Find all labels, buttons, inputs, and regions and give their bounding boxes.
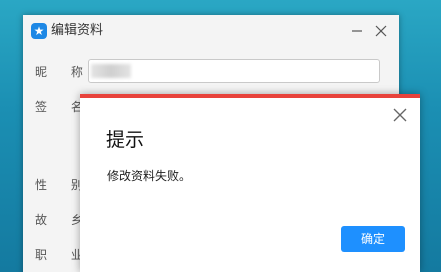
close-icon[interactable] bbox=[371, 21, 391, 41]
dialog-title: 提示 bbox=[106, 129, 145, 151]
ok-button[interactable]: 确定 bbox=[341, 226, 405, 252]
window-titlebar[interactable]: ★ 编辑资料 bbox=[23, 15, 399, 48]
dialog-message: 修改资料失败。 bbox=[107, 169, 192, 183]
minimize-icon[interactable] bbox=[347, 21, 367, 41]
dialog-close-icon[interactable] bbox=[392, 107, 408, 123]
nickname-redacted bbox=[91, 64, 131, 78]
nickname-input[interactable] bbox=[88, 59, 380, 83]
nickname-label: 昵 称 bbox=[35, 65, 93, 79]
app-logo-icon: ★ bbox=[31, 23, 47, 39]
window-title: 编辑资料 bbox=[51, 23, 104, 38]
dialog-accent-bar bbox=[80, 94, 420, 98]
alert-dialog: 提示 修改资料失败。 确定 bbox=[80, 94, 420, 272]
